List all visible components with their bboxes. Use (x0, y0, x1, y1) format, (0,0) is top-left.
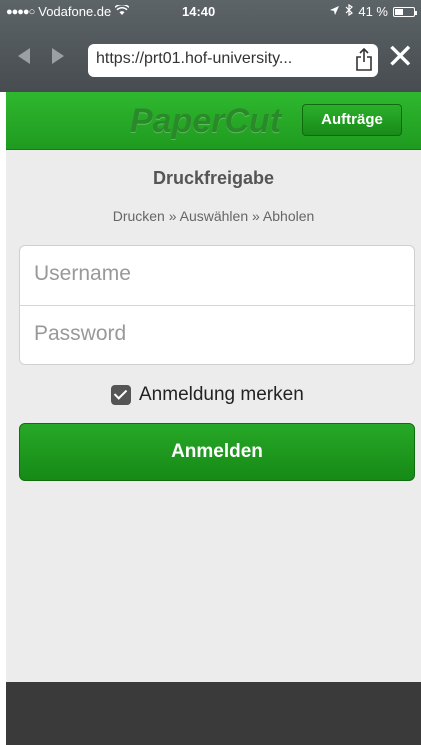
carrier-name: Vodafone.de (38, 4, 112, 19)
url-bar[interactable]: https://prt01.hof-university... (88, 44, 378, 77)
clock: 14:40 (182, 4, 216, 19)
wifi-icon (114, 3, 130, 19)
battery-icon (393, 6, 417, 17)
remember-login-option[interactable]: Anmeldung merken (111, 384, 304, 406)
page-title: Druckfreigabe (152, 168, 275, 188)
bluetooth-icon (345, 3, 354, 19)
password-input[interactable]: Password (20, 306, 416, 366)
back-arrow-icon[interactable] (18, 48, 30, 64)
url-text: https://prt01.hof-university... (96, 50, 293, 67)
login-content: Druckfreigabe Drucken » Auswählen » Abho… (6, 150, 421, 682)
browser-toolbar (6, 682, 421, 745)
username-input[interactable]: Username (20, 246, 416, 306)
login-button[interactable]: Anmelden (19, 423, 415, 481)
battery-percent: 41 % (358, 4, 388, 19)
location-arrow-icon (329, 4, 340, 19)
remember-checkbox[interactable] (111, 385, 131, 405)
signal-strength: ●●●●○ (6, 5, 35, 18)
close-icon[interactable]: ✕ (386, 40, 415, 74)
share-icon[interactable] (356, 47, 372, 72)
browser-navbar: https://prt01.hof-university... ✕ (0, 26, 421, 92)
app-header: PaperCut Aufträge (6, 92, 421, 150)
papercut-logo: PaperCut (130, 102, 282, 140)
status-bar: ●●●●○ Vodafone.de 14:40 41 % (0, 0, 421, 24)
remember-label: Anmeldung merken (139, 384, 304, 405)
login-form: Username Password (19, 245, 416, 366)
browser-chrome: ●●●●○ Vodafone.de 14:40 41 % https://prt… (0, 0, 421, 92)
jobs-button[interactable]: Aufträge (302, 104, 402, 136)
breadcrumb: Drucken » Auswählen » Abholen (112, 208, 315, 224)
forward-arrow-icon[interactable] (52, 48, 64, 64)
